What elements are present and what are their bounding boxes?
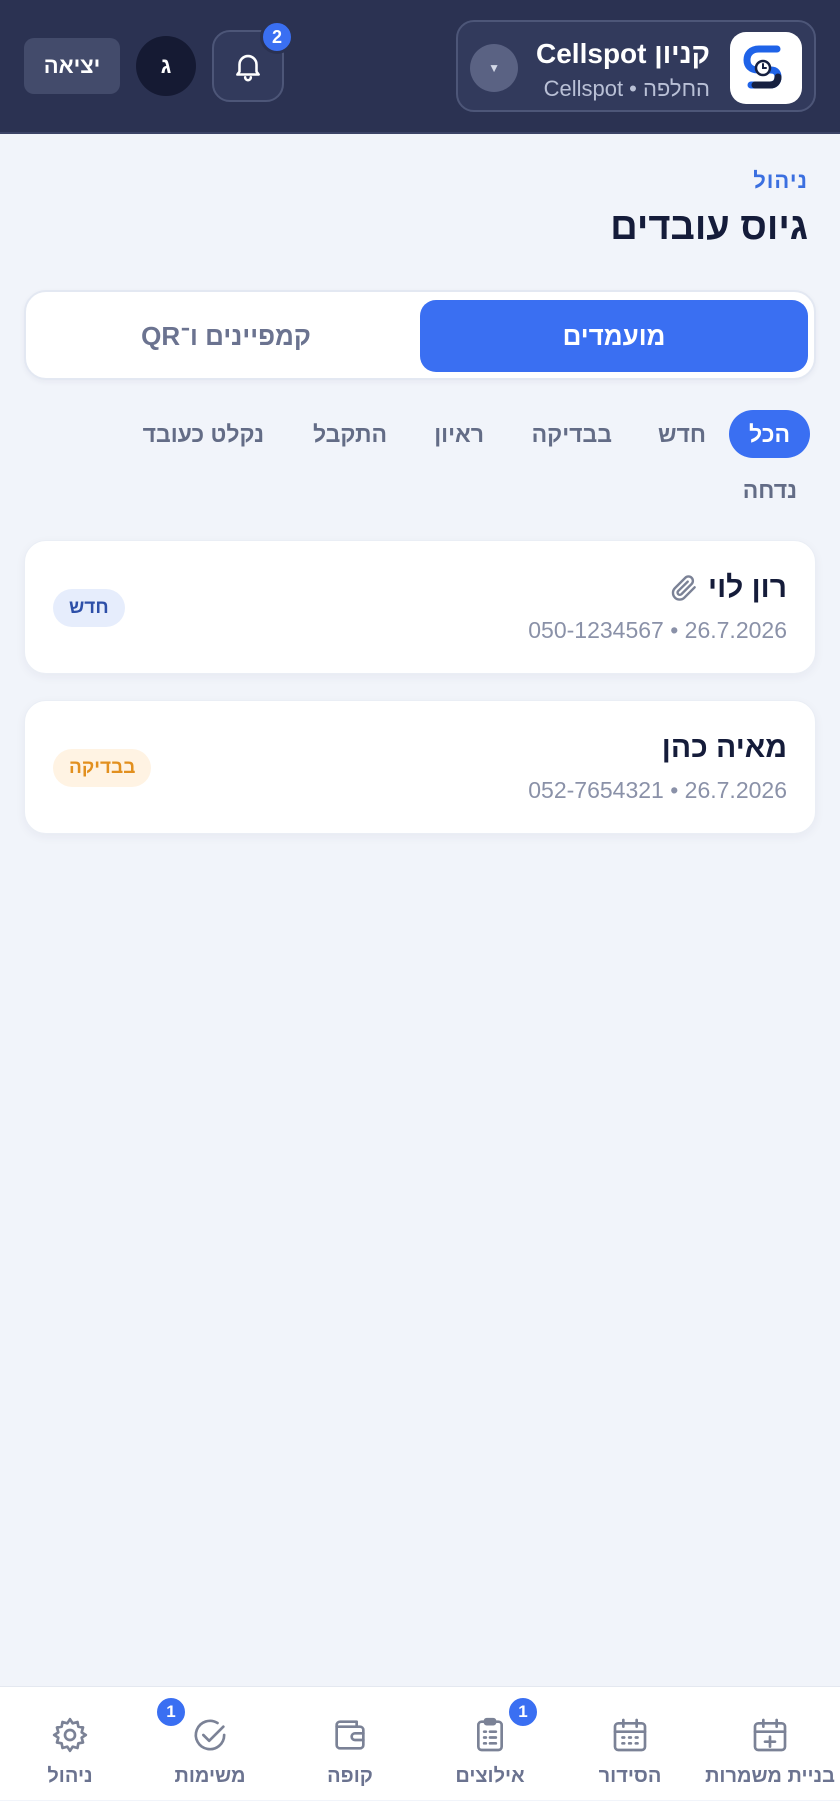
top-bar: קניון Cellspot החלפה • Cellspot ▼ 2 ג יצ… — [0, 0, 840, 134]
candidate-phone: 050-1234567 — [528, 617, 664, 643]
candidate-date: 26.7.2026 — [685, 617, 787, 643]
bottom-nav: בניית משמרות הסידור 1 אילוצים קופה — [0, 1686, 840, 1800]
wallet-icon — [330, 1715, 370, 1755]
store-switcher[interactable]: קניון Cellspot החלפה • Cellspot ▼ — [456, 20, 816, 112]
nav-tasks[interactable]: 1 משימות — [140, 1687, 280, 1801]
candidate-name-row: רון לוי — [668, 571, 787, 605]
calendar-plus-icon — [750, 1715, 790, 1755]
nav-label: משימות — [140, 1765, 280, 1788]
filter-rejected[interactable]: נדחה — [743, 466, 797, 514]
store-subtitle: החלפה • Cellspot — [544, 76, 710, 102]
meta-separator: • — [664, 777, 678, 803]
avatar[interactable]: ג — [136, 36, 196, 96]
candidate-card[interactable]: רון לוי 26.7.2026 • 050-1234567 חדש — [24, 540, 816, 674]
candidate-meta: 26.7.2026 • 050-1234567 — [528, 617, 787, 644]
candidate-date: 26.7.2026 — [685, 777, 787, 803]
status-badge: בבדיקה — [53, 749, 151, 787]
nav-management[interactable]: ניהול — [0, 1687, 140, 1801]
paperclip-icon — [668, 572, 700, 604]
clipboard-list-icon — [470, 1715, 510, 1755]
nav-label: אילוצים — [420, 1765, 560, 1788]
filter-all[interactable]: הכל — [729, 410, 810, 458]
nav-badge: 1 — [506, 1695, 540, 1729]
candidate-name-row: מאיה כהן — [662, 731, 787, 765]
status-badge: חדש — [53, 589, 125, 627]
tab-candidates[interactable]: מועמדים — [420, 300, 808, 372]
chevron-down-icon[interactable]: ▼ — [470, 44, 518, 92]
nav-schedule[interactable]: הסידור — [560, 1687, 700, 1801]
filter-hired[interactable]: נקלט כעובד — [143, 410, 264, 458]
nav-register[interactable]: קופה — [280, 1687, 420, 1801]
bell-icon — [231, 49, 265, 83]
segment-tabs: מועמדים קמפיינים ו־QR — [24, 290, 816, 380]
nav-label: ניהול — [0, 1765, 140, 1788]
calendar-icon — [610, 1715, 650, 1755]
nav-label: קופה — [280, 1765, 420, 1788]
page-title: גיוס עובדים — [610, 206, 808, 249]
nav-constraints[interactable]: 1 אילוצים — [420, 1687, 560, 1801]
tab-campaigns-qr[interactable]: קמפיינים ו־QR — [32, 300, 420, 372]
candidate-card[interactable]: מאיה כהן 26.7.2026 • 052-7654321 בבדיקה — [24, 700, 816, 834]
candidate-meta: 26.7.2026 • 052-7654321 — [528, 777, 787, 804]
notifications-badge: 2 — [260, 20, 294, 54]
logout-button[interactable]: יציאה — [24, 38, 120, 94]
notifications-button[interactable]: 2 — [212, 30, 284, 102]
nav-shift-builder[interactable]: בניית משמרות — [700, 1687, 840, 1801]
nav-label: בניית משמרות — [700, 1765, 840, 1788]
candidate-name: רון לוי — [708, 571, 787, 605]
gear-icon — [50, 1715, 90, 1755]
filter-review[interactable]: בבדיקה — [532, 410, 612, 458]
filter-interview[interactable]: ראיון — [434, 410, 484, 458]
filter-accepted[interactable]: התקבל — [313, 410, 387, 458]
breadcrumb[interactable]: ניהול — [753, 168, 808, 194]
filter-new[interactable]: חדש — [658, 410, 706, 458]
candidate-name: מאיה כהן — [662, 731, 787, 765]
meta-separator: • — [664, 617, 678, 643]
nav-badge: 1 — [154, 1695, 188, 1729]
store-name: קניון Cellspot — [536, 38, 710, 70]
candidate-phone: 052-7654321 — [528, 777, 664, 803]
check-circle-icon — [190, 1715, 230, 1755]
nav-label: הסידור — [560, 1765, 700, 1788]
app-logo-icon — [730, 32, 802, 104]
